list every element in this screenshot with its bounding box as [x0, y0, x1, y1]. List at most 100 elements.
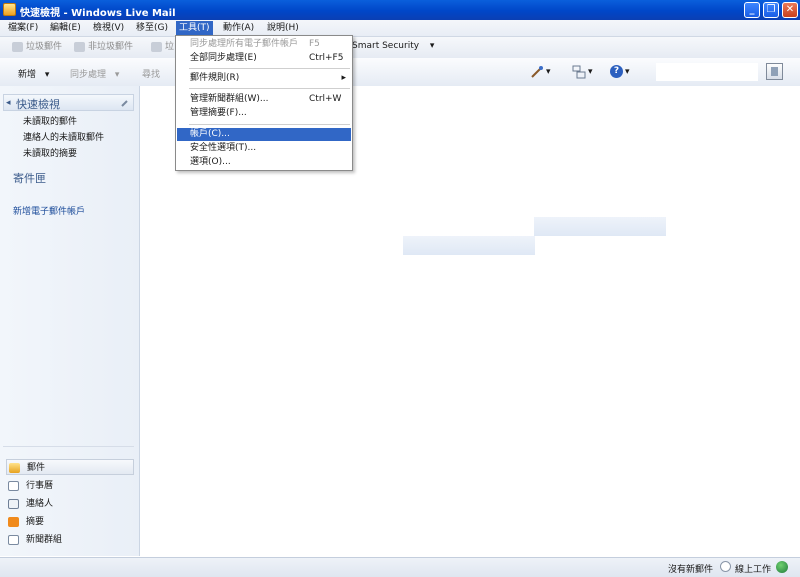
junk-label: 垃圾郵件 — [26, 42, 63, 52]
sign-in-button[interactable] — [766, 63, 783, 80]
nav-contacts-label: 連絡人 — [26, 499, 54, 509]
nav-newsgroups-label: 新聞群組 — [26, 535, 63, 545]
windows-live-mail-icon — [3, 3, 16, 16]
window-title: 快速檢視 - Windows Live Mail — [20, 8, 176, 19]
chevron-down-icon: ▾ — [429, 41, 435, 51]
menu-item-label: 郵件規則(R) — [190, 73, 240, 83]
menu-options[interactable]: 選項(O)... — [177, 156, 351, 169]
nav-feeds-label: 摘要 — [26, 517, 45, 527]
help-icon[interactable]: ? — [610, 65, 623, 78]
contacts-icon — [8, 499, 19, 509]
layout-icon[interactable] — [572, 65, 586, 79]
user-icon — [771, 67, 778, 76]
junk-toolbar: 垃圾郵件 非垃圾郵件 垃 Smart Security ▾ — [0, 37, 800, 59]
menu-tools[interactable]: 工具(T) — [176, 21, 213, 35]
brush-icon[interactable] — [530, 65, 544, 79]
nav-calendar[interactable]: 行事曆 — [6, 478, 134, 494]
status-bar: 沒有新郵件 線上工作 — [0, 557, 800, 577]
menu-item-label: 帳戶(C)... — [190, 129, 230, 139]
sidebar-divider — [3, 446, 134, 447]
menu-shortcut: Ctrl+W — [309, 94, 342, 104]
add-email-account-link[interactable]: 新增電子郵件帳戶 — [13, 204, 85, 217]
collapse-icon[interactable]: ◂ — [6, 98, 11, 108]
menu-item-label: 全部同步處理(E) — [190, 53, 257, 63]
menu-mail-rules[interactable]: 郵件規則(R) ▸ — [177, 72, 351, 85]
newsgroups-icon — [8, 535, 19, 545]
quick-view-unread-feeds[interactable]: 未讀取的摘要 — [23, 146, 77, 159]
quick-views-header[interactable]: ◂ 快速檢視 — [3, 94, 134, 111]
find-button[interactable]: 尋找 — [142, 67, 160, 80]
quick-view-unread-mail[interactable]: 未讀取的郵件 — [23, 114, 77, 127]
partial-toolbar-label: 垃 — [165, 42, 175, 52]
menu-view[interactable]: 檢視(V) — [90, 21, 127, 35]
menu-sync-all-accounts: 同步處理所有電子郵件帳戶 F5 — [177, 38, 351, 51]
submenu-arrow-icon: ▸ — [341, 73, 346, 83]
menu-bar: 檔案(F) 編輯(E) 檢視(V) 移至(G) 工具(T) 動作(A) 說明(H… — [0, 20, 800, 37]
chevron-down-icon[interactable]: ▾ — [546, 67, 551, 77]
connection-icon — [776, 561, 788, 573]
menu-actions[interactable]: 動作(A) — [220, 21, 257, 35]
menu-go[interactable]: 移至(G) — [133, 21, 171, 35]
menu-edit[interactable]: 編輯(E) — [47, 21, 84, 35]
chevron-down-icon[interactable]: ▾ — [625, 67, 630, 77]
not-junk-icon — [74, 42, 85, 52]
loading-bar — [534, 217, 666, 236]
mail-icon — [9, 463, 20, 473]
nav-newsgroups[interactable]: 新聞群組 — [6, 532, 134, 548]
feeds-icon — [8, 517, 19, 527]
junk-icon — [12, 42, 23, 52]
loading-bar — [403, 236, 535, 255]
quick-view-unread-contacts[interactable]: 連絡人的未讀取郵件 — [23, 130, 104, 143]
nav-contacts[interactable]: 連絡人 — [6, 496, 134, 512]
tools-menu: 同步處理所有電子郵件帳戶 F5 全部同步處理(E) Ctrl+F5 郵件規則(R… — [175, 35, 353, 171]
menu-manage-newsgroups[interactable]: 管理新聞群組(W)... Ctrl+W — [177, 93, 351, 106]
minimize-button[interactable]: _ — [744, 2, 760, 18]
nav-feeds[interactable]: 摘要 — [6, 514, 134, 530]
outbox-folder[interactable]: 寄件匣 — [13, 170, 46, 186]
title-bar: 快速檢視 - Windows Live Mail _ ❐ ✕ — [0, 0, 800, 20]
online-status-icon — [720, 561, 731, 572]
sync-button[interactable]: 同步處理 ▾ — [70, 67, 119, 80]
sync-label: 同步處理 — [70, 70, 107, 80]
chevron-down-icon: ▾ — [44, 70, 50, 80]
no-new-mail-status: 沒有新郵件 — [668, 565, 714, 575]
nav-calendar-label: 行事曆 — [26, 481, 54, 491]
menu-separator — [189, 88, 350, 89]
menu-item-label: 管理摘要(F)... — [190, 108, 247, 118]
menu-item-label: 選項(O)... — [190, 157, 231, 167]
menu-manage-feeds[interactable]: 管理摘要(F)... — [177, 107, 351, 120]
not-junk-button[interactable]: 非垃圾郵件 — [74, 41, 133, 54]
partial-toolbar-button[interactable]: 垃 — [151, 41, 174, 54]
menu-separator — [189, 68, 350, 69]
new-button[interactable]: 新增 ▾ — [18, 67, 49, 80]
chevron-down-icon[interactable]: ▾ — [588, 67, 593, 77]
menu-safety-options[interactable]: 安全性選項(T)... — [177, 142, 351, 155]
menu-sync-all[interactable]: 全部同步處理(E) Ctrl+F5 — [177, 52, 351, 65]
not-junk-label: 非垃圾郵件 — [88, 42, 134, 52]
close-button[interactable]: ✕ — [782, 2, 798, 18]
quick-views-title: 快速檢視 — [16, 98, 60, 111]
menu-accounts[interactable]: 帳戶(C)... — [177, 128, 351, 141]
toolbar-item-icon — [151, 42, 162, 52]
menu-file[interactable]: 檔案(F) — [5, 21, 41, 35]
menu-item-label: 管理新聞群組(W)... — [190, 94, 269, 104]
nav-mail-label: 郵件 — [27, 463, 46, 473]
menu-help[interactable]: 說明(H) — [264, 21, 302, 35]
menu-item-label: 同步處理所有電子郵件帳戶 — [190, 39, 299, 49]
new-label: 新增 — [18, 70, 37, 80]
chevron-down-icon: ▾ — [114, 70, 120, 80]
menu-item-label: 安全性選項(T)... — [190, 143, 257, 153]
smart-security-label: Smart Security — [352, 41, 420, 51]
menu-separator — [189, 124, 350, 125]
menu-shortcut: F5 — [309, 39, 320, 49]
calendar-icon — [8, 481, 19, 491]
smart-security-button[interactable]: Smart Security ▾ — [352, 41, 434, 51]
work-online-status[interactable]: 線上工作 — [735, 562, 771, 575]
junk-button[interactable]: 垃圾郵件 — [12, 41, 62, 54]
navigation-pane: ◂ 快速檢視 未讀取的郵件 連絡人的未讀取郵件 未讀取的摘要 寄件匣 新增電子郵… — [0, 86, 140, 556]
nav-mail[interactable]: 郵件 — [6, 459, 134, 475]
wrench-icon[interactable] — [120, 98, 130, 108]
maximize-button[interactable]: ❐ — [763, 2, 779, 18]
menu-shortcut: Ctrl+F5 — [309, 53, 344, 63]
search-input[interactable] — [656, 63, 758, 81]
